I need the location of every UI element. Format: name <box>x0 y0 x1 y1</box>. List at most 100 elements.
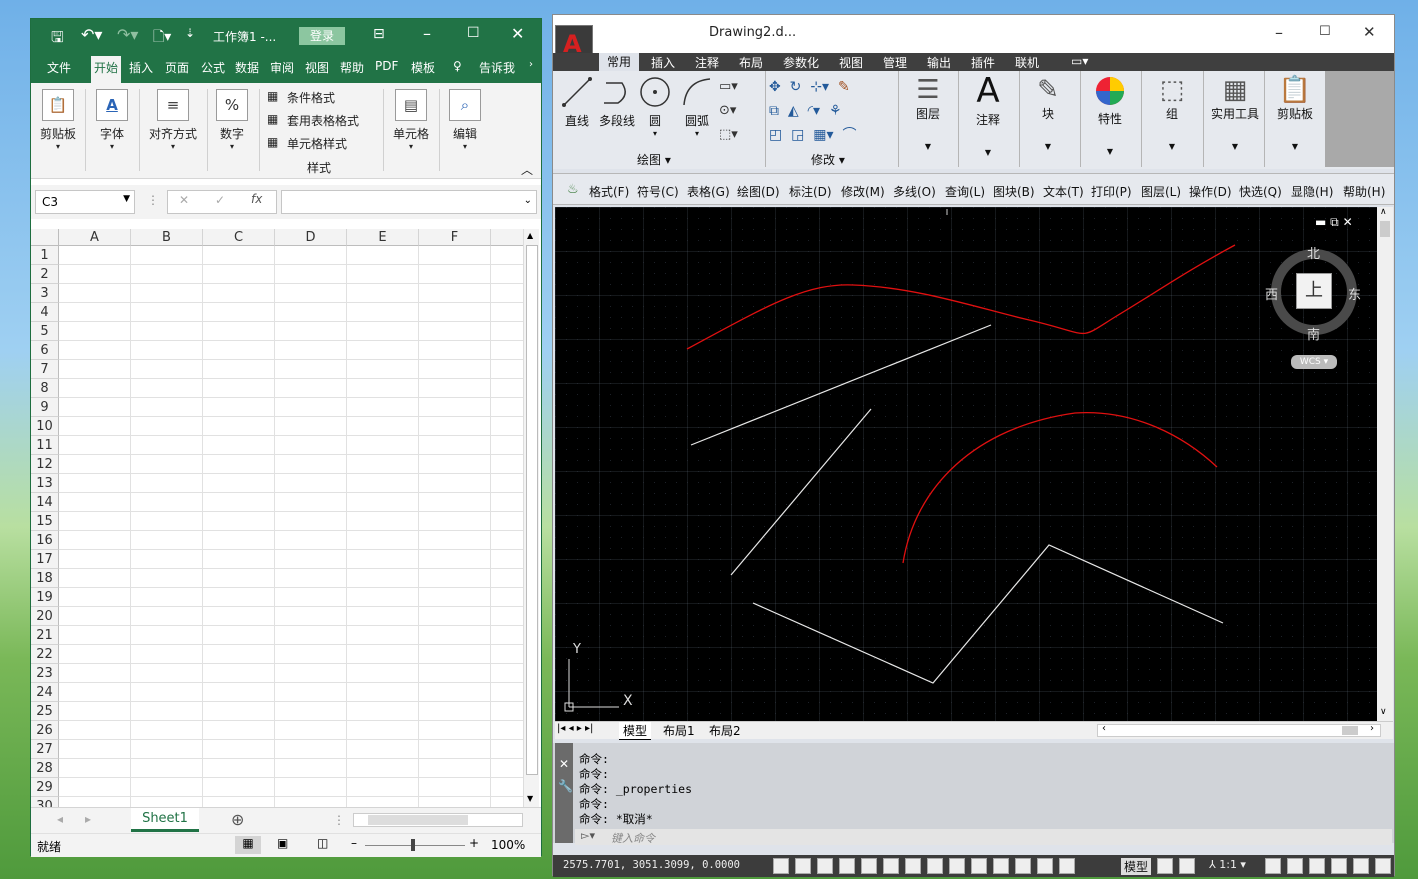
command-window-handle[interactable]: ✕ 🔧 <box>555 743 573 843</box>
fullscreen-icon[interactable] <box>1375 858 1391 874</box>
column-header-d[interactable]: D <box>275 229 347 246</box>
wcs-menu[interactable]: WCS ▾ <box>1291 355 1337 369</box>
row-header[interactable]: 29 <box>31 778 59 797</box>
sheet-tab[interactable]: Sheet1 <box>131 808 199 832</box>
line-button[interactable]: 直线 <box>557 75 597 129</box>
row-header[interactable]: 8 <box>31 379 59 398</box>
next-sheet-icon[interactable]: ▸ <box>85 812 91 826</box>
otrack-icon[interactable] <box>883 858 899 874</box>
alignment-button[interactable]: ≡ 对齐方式 ▾ <box>143 89 203 151</box>
dyn-icon[interactable] <box>927 858 943 874</box>
row-header[interactable]: 9 <box>31 398 59 417</box>
editing-button[interactable]: ⌕ 编辑 ▾ <box>443 89 487 151</box>
menu-item-5[interactable]: 修改(M) <box>841 183 885 200</box>
annotation-scale[interactable]: ⅄ 1:1 ▾ <box>1209 858 1246 871</box>
prev-sheet-icon[interactable]: ◂ <box>57 812 63 826</box>
clipboard-button[interactable]: 📋 剪贴板 ▾ <box>37 89 79 151</box>
column-header-b[interactable]: B <box>131 229 203 246</box>
menu-item-9[interactable]: 文本(T) <box>1043 183 1084 200</box>
menu-item-6[interactable]: 多线(O) <box>893 183 936 200</box>
polyline-button[interactable]: 多段线 <box>597 75 637 129</box>
cross-icon[interactable] <box>1059 858 1075 874</box>
maximize-icon[interactable]: ☐ <box>1319 24 1331 39</box>
modify-panel-label[interactable]: 修改 ▾ <box>811 151 845 168</box>
row-header[interactable]: 2 <box>31 265 59 284</box>
move-icon[interactable]: ✥ <box>769 79 781 95</box>
tab-output[interactable]: 输出 <box>927 54 951 71</box>
rotate-icon[interactable]: ↻ <box>790 79 802 95</box>
normal-view-icon[interactable]: ▦ <box>235 836 261 854</box>
osnap-icon[interactable] <box>861 858 877 874</box>
polar-icon[interactable] <box>839 858 855 874</box>
ducs-icon[interactable] <box>905 858 921 874</box>
tab-online[interactable]: 联机 <box>1015 54 1039 71</box>
worksheet-grid[interactable]: ABCDEF 1 2 3 4 5 6 7 8 9 10 11 12 13 14 15 16 17 18 19 20 21… <box>31 229 541 809</box>
transparency-icon[interactable] <box>971 858 987 874</box>
explode-icon[interactable]: ⚘ <box>829 103 842 119</box>
annotation-visibility-icon[interactable] <box>1265 858 1281 874</box>
menu-item-4[interactable]: 标注(D) <box>789 183 832 200</box>
snap-icon[interactable] <box>773 858 789 874</box>
drawing-canvas[interactable]: Y X ▬ ⧉ ✕ 上 北 南 东 西 WCS ▾ <box>555 207 1377 721</box>
tab-insert[interactable]: 插入 <box>129 59 153 76</box>
row-header[interactable]: 5 <box>31 322 59 341</box>
vp-restore-icon[interactable]: ⧉ <box>1330 215 1339 229</box>
tab-model[interactable]: 模型 <box>619 722 652 740</box>
zoom-level[interactable]: 100% <box>491 838 525 852</box>
page-break-icon[interactable]: ◫ <box>317 836 328 850</box>
row-header[interactable]: 15 <box>31 512 59 531</box>
offset-icon[interactable]: ⌒ <box>842 127 856 143</box>
vp-close-icon[interactable]: ✕ <box>1343 215 1353 229</box>
close-icon[interactable]: ✕ <box>1363 23 1376 41</box>
region-icon[interactable]: ⬚▾ <box>719 123 757 147</box>
layout-nav-icons[interactable]: |◂ ◂ ▸ ▸| <box>557 723 593 734</box>
zoom-slider[interactable] <box>365 845 465 846</box>
block-button[interactable]: ✎ 块 ▼ <box>1025 75 1071 151</box>
collapse-ribbon-icon[interactable]: ︿ <box>521 161 533 178</box>
menu-item-2[interactable]: 表格(G) <box>687 183 730 200</box>
column-header-e[interactable]: E <box>347 229 419 246</box>
cancel-icon[interactable]: ✕ <box>179 193 189 207</box>
minimize-icon[interactable]: – <box>1275 23 1283 42</box>
viewcube-top[interactable]: 上 <box>1296 273 1332 309</box>
minimize-icon[interactable]: – <box>423 24 431 43</box>
row-header[interactable]: 19 <box>31 588 59 607</box>
auto-scale-icon[interactable] <box>1287 858 1303 874</box>
cond-format-button[interactable]: 条件格式 <box>287 89 335 106</box>
copy-icon[interactable]: ⧉ <box>769 103 779 119</box>
tab-home[interactable]: 常用 <box>599 53 640 71</box>
close-icon[interactable]: ✕ <box>559 757 569 771</box>
stretch-icon[interactable]: ◰ <box>769 127 782 143</box>
viewcube-south[interactable]: 南 <box>1307 324 1320 343</box>
redo-icon[interactable]: ↷▾ <box>117 25 138 44</box>
rectangle-icon[interactable]: ▭▾ <box>719 75 757 99</box>
menu-item-12[interactable]: 操作(D) <box>1189 183 1232 200</box>
wrench-icon[interactable]: 🔧 <box>558 779 573 793</box>
save-icon[interactable]: 🖫 <box>51 27 64 52</box>
viewcube-north[interactable]: 北 <box>1307 243 1320 262</box>
maximize-icon[interactable]: ☐ <box>467 25 480 41</box>
zoom-thumb[interactable] <box>411 839 415 851</box>
fillet-icon[interactable]: ◜▾ <box>808 103 820 119</box>
group-button[interactable]: ⬚ 组 ▼ <box>1149 75 1195 151</box>
row-header[interactable]: 3 <box>31 284 59 303</box>
row-header[interactable]: 17 <box>31 550 59 569</box>
layout-view-icon[interactable] <box>1157 858 1173 874</box>
column-header-a[interactable]: A <box>59 229 131 246</box>
row-header[interactable]: 28 <box>31 759 59 778</box>
utilities-button[interactable]: ▦ 实用工具 ▼ <box>1207 75 1263 151</box>
array-icon[interactable]: ▦▾ <box>813 127 833 143</box>
row-header[interactable]: 14 <box>31 493 59 512</box>
row-header[interactable]: 23 <box>31 664 59 683</box>
tab-home[interactable]: 开始 <box>91 56 122 83</box>
circle-button[interactable]: 圆 ▾ <box>637 75 673 138</box>
row-header[interactable]: 11 <box>31 436 59 455</box>
tab-data[interactable]: 数据 <box>235 59 259 76</box>
canvas-vertical-scrollbar[interactable]: ∧ ∨ <box>1377 207 1393 721</box>
row-header[interactable]: 7 <box>31 360 59 379</box>
number-button[interactable]: % 数字 ▾ <box>211 89 253 151</box>
erase-icon[interactable]: ✎ <box>838 79 850 95</box>
zoom-out-icon[interactable]: – <box>351 836 357 850</box>
enter-icon[interactable]: ✓ <box>215 193 225 207</box>
menu-item-8[interactable]: 图块(B) <box>993 183 1035 200</box>
